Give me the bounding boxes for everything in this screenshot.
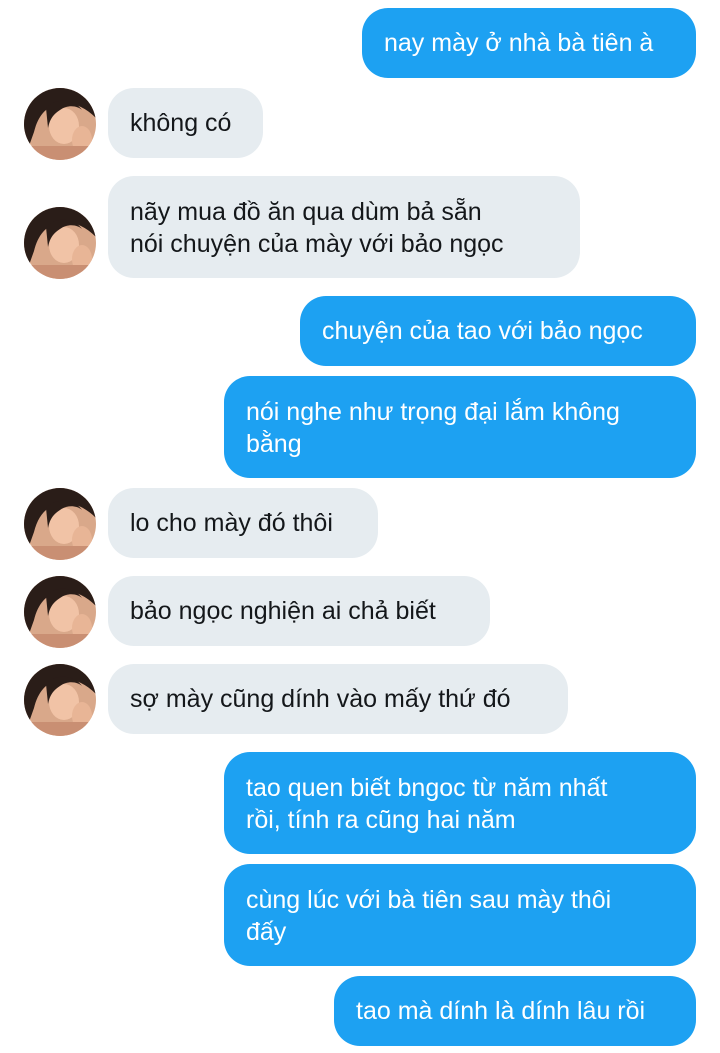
incoming-message-bubble[interactable]: không có <box>108 88 263 158</box>
outgoing-message-bubble[interactable]: nay mày ở nhà bà tiên à <box>362 8 696 78</box>
incoming-message-bubble[interactable]: bảo ngọc nghiện ai chả biết <box>108 576 490 646</box>
conversation-thread: nay mày ở nhà bà tiên à không có nãy mua… <box>0 0 720 1053</box>
message-text: tao mà dính là dính lâu rồi <box>356 997 646 1025</box>
message-text-line: rồi, tính ra cũng hai năm <box>246 806 516 834</box>
outgoing-message-bubble[interactable]: tao mà dính là dính lâu rồi <box>334 976 696 1046</box>
outgoing-message-bubble[interactable]: nói nghe như trọng đại lắm không bằng <box>224 376 696 478</box>
message-text-line: nói chuyện của mày với bảo ngọc <box>130 230 504 258</box>
outgoing-message-bubble[interactable]: tao quen biết bngoc từ năm nhất rồi, tín… <box>224 752 696 854</box>
message-text-line: đấy <box>246 918 287 946</box>
contact-avatar[interactable] <box>24 207 96 279</box>
incoming-message-bubble[interactable]: lo cho mày đó thôi <box>108 488 378 558</box>
outgoing-message-bubble[interactable]: cùng lúc với bà tiên sau mày thôi đấy <box>224 864 696 966</box>
contact-avatar[interactable] <box>24 488 96 560</box>
contact-avatar[interactable] <box>24 664 96 736</box>
message-text: không có <box>130 109 232 137</box>
message-text: chuyện của tao với bảo ngọc <box>322 317 643 345</box>
message-text-line: tao quen biết bngoc từ năm nhất <box>246 774 608 802</box>
message-text: nay mày ở nhà bà tiên à <box>384 29 654 57</box>
message-text-line: nói nghe như trọng đại lắm không <box>246 398 620 426</box>
outgoing-message-bubble[interactable]: chuyện của tao với bảo ngọc <box>300 296 696 366</box>
message-text-line: nãy mua đồ ăn qua dùm bả sẵn <box>130 198 482 226</box>
message-text: lo cho mày đó thôi <box>130 509 333 537</box>
incoming-message-bubble[interactable]: sợ mày cũng dính vào mấy thứ đó <box>108 664 568 734</box>
incoming-message-bubble[interactable]: nãy mua đồ ăn qua dùm bả sẵn nói chuyện … <box>108 176 580 278</box>
contact-avatar[interactable] <box>24 576 96 648</box>
message-text-line: bằng <box>246 430 302 458</box>
contact-avatar[interactable] <box>24 88 96 160</box>
message-text-line: cùng lúc với bà tiên sau mày thôi <box>246 886 612 914</box>
message-text: sợ mày cũng dính vào mấy thứ đó <box>130 685 511 713</box>
message-text: bảo ngọc nghiện ai chả biết <box>130 597 436 625</box>
